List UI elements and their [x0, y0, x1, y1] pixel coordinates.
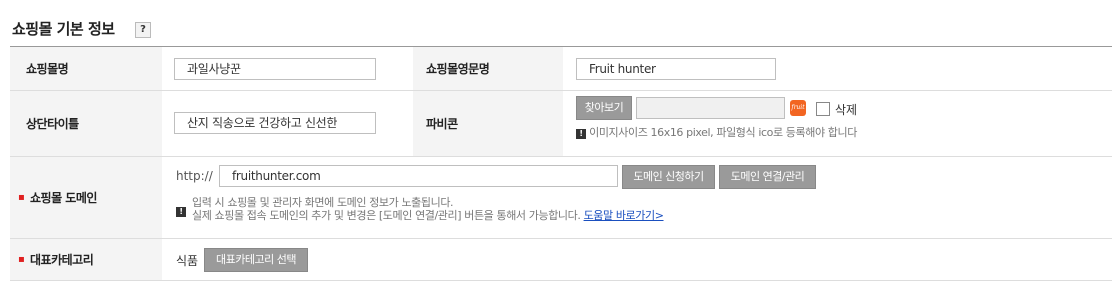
- domain-note-line2: 실제 쇼핑몰 접속 도메인의 추가 및 변경은 [도메인 연결/관리] 버튼을 …: [192, 209, 581, 222]
- row-mall-name: 쇼핑몰명 과일사냥꾼 쇼핑몰영문명 Fruit hunter: [10, 47, 1112, 91]
- favicon-note-text: 이미지사이즈 16x16 pixel, 파일형식 ico로 등록해야 합니다: [589, 126, 857, 139]
- top-title-input[interactable]: 산지 직송으로 건강하고 신선한: [174, 112, 376, 134]
- domain-input[interactable]: fruithunter.com: [219, 165, 618, 187]
- mall-name-en-input[interactable]: Fruit hunter: [576, 58, 776, 80]
- category-label-cell: ▪ 대표카테고리: [10, 239, 162, 280]
- category-select-button[interactable]: 대표카테고리 선택: [204, 248, 308, 272]
- mall-name-input[interactable]: 과일사냥꾼: [174, 58, 376, 80]
- domain-apply-button[interactable]: 도메인 신청하기: [622, 165, 715, 189]
- domain-note: ! 입력 시 쇼핑몰 및 관리자 화면에 도메인 정보가 노출됩니다. 실제 쇼…: [176, 196, 664, 222]
- mall-name-label: 쇼핑몰명: [10, 47, 162, 90]
- domain-prefix: http://: [176, 169, 213, 183]
- row-domain: ▪ 쇼핑몰 도메인 http:// fruithunter.com 도메인 신청…: [10, 157, 1112, 239]
- info-icon: !: [576, 129, 586, 139]
- favicon-note: ! 이미지사이즈 16x16 pixel, 파일형식 ico로 등록해야 합니다: [576, 126, 857, 139]
- help-icon[interactable]: ?: [135, 22, 151, 38]
- row-top-title: 상단타이틀 산지 직송으로 건강하고 신선한 파비콘 찾아보기 fruit 삭제…: [10, 91, 1112, 157]
- mall-name-en-label: 쇼핑몰영문명: [413, 47, 563, 90]
- delete-checkbox[interactable]: [816, 102, 830, 116]
- domain-note-line2-wrap: 실제 쇼핑몰 접속 도메인의 추가 및 변경은 [도메인 연결/관리] 버튼을 …: [192, 209, 664, 222]
- domain-manage-button[interactable]: 도메인 연결/관리: [719, 165, 816, 189]
- domain-note-line1: 입력 시 쇼핑몰 및 관리자 화면에 도메인 정보가 노출됩니다.: [192, 196, 454, 209]
- row-category: ▪ 대표카테고리 식품 대표카테고리 선택: [10, 239, 1112, 281]
- favicon-file-field[interactable]: [636, 97, 785, 119]
- basic-info-form: 쇼핑몰명 과일사냥꾼 쇼핑몰영문명 Fruit hunter 상단타이틀 산지 …: [10, 46, 1112, 281]
- favicon-preview-icon: fruit: [790, 100, 806, 116]
- help-link[interactable]: 도움말 바로가기>: [584, 209, 664, 222]
- category-label: 대표카테고리: [30, 253, 94, 267]
- delete-label: 삭제: [835, 103, 858, 117]
- top-title-label: 상단타이틀: [10, 91, 162, 156]
- browse-button[interactable]: 찾아보기: [576, 96, 632, 120]
- info-icon: !: [176, 207, 186, 217]
- section-title: 쇼핑몰 기본 정보: [12, 20, 115, 38]
- favicon-label: 파비콘: [413, 91, 563, 156]
- domain-label-cell: ▪ 쇼핑몰 도메인: [10, 157, 162, 238]
- category-value: 식품: [176, 254, 199, 268]
- domain-label: 쇼핑몰 도메인: [30, 191, 97, 205]
